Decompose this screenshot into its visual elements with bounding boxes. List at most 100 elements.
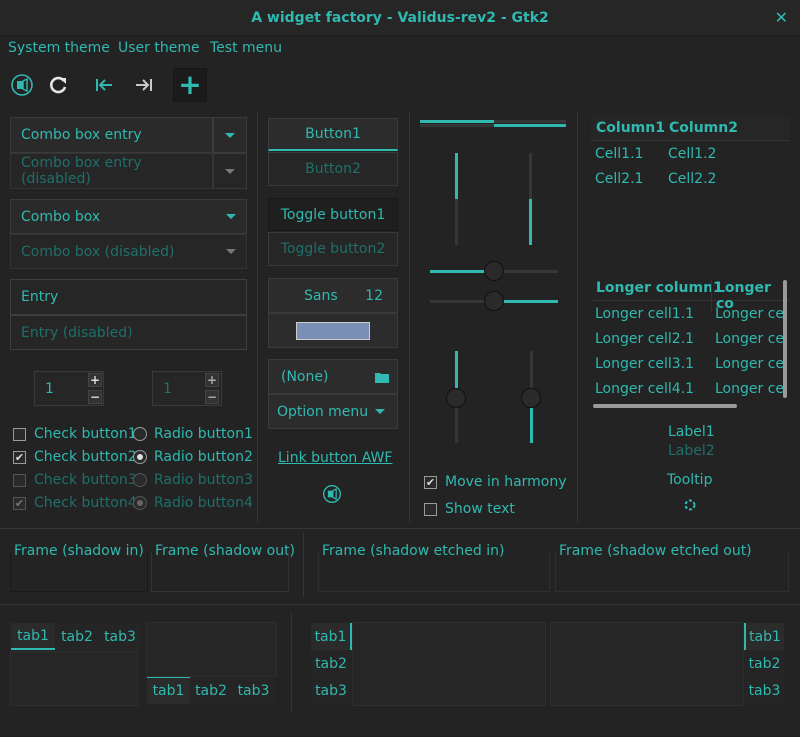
tab-2[interactable]: tab2 [311,650,351,677]
button1[interactable]: Button1 [268,118,398,151]
refresh-icon[interactable] [42,69,74,101]
check-button-4: ✔ Check button4 [13,495,137,511]
folder-icon [375,372,389,383]
radio-button-1[interactable]: Radio button1 [133,426,253,442]
tree-view-1[interactable]: Column1 Column2 Cell1.1 Cell1.2 Cell2.1 … [591,116,790,256]
chevron-down-icon [226,214,236,219]
label1: Label1 [668,424,715,440]
vertical-scrollbar[interactable] [783,280,787,398]
tab-2[interactable]: tab2 [745,650,784,677]
goto-first-icon[interactable] [88,69,120,101]
menu-system-theme[interactable]: System theme [8,40,110,56]
tree-cell: Cell1.1 [595,146,644,162]
tab-2[interactable]: tab2 [190,677,232,704]
add-icon[interactable]: + [173,68,207,102]
option-menu-label: Option menu [277,403,369,420]
tab-1[interactable]: tab1 [147,677,190,704]
close-icon[interactable]: ✕ [775,8,788,27]
tab-3[interactable]: tab3 [745,677,784,704]
tree-cell: Longer cell4.1 [595,381,695,397]
column-header[interactable]: Column2 [669,120,738,136]
scale-knob[interactable] [521,388,541,408]
option-menu[interactable]: Option menu [268,394,398,429]
tree-view-2[interactable]: Longer column1 Longer co Longer cell1.1 … [591,276,790,412]
checkbox-checked-icon: ✔ [13,450,26,464]
radio-checked-icon [133,496,147,510]
horizontal-scale-1[interactable] [420,120,566,127]
menu-test-menu[interactable]: Test menu [210,40,282,56]
app-icon[interactable] [6,69,38,101]
vertical-scale-1[interactable] [455,153,458,245]
check-button-1[interactable]: Check button1 [13,426,137,442]
column-header[interactable]: Column1 [596,120,665,136]
combo-box[interactable]: Combo box [10,199,247,234]
radio-label: Radio button1 [154,426,253,442]
move-in-harmony-check[interactable]: ✔ Move in harmony [424,474,567,490]
tree-cell: Longer cell2.1 [595,331,695,347]
radio-label: Radio button2 [154,449,253,465]
spin-decrement-disabled: − [205,390,219,404]
font-button[interactable]: Sans 12 [268,278,398,313]
radio-button-3: Radio button3 [133,472,253,488]
tree-cell: Longer ce [715,381,785,397]
combo-box-text: Combo box [21,208,101,225]
combo-entry-disabled-text: Combo box entry (disabled) [21,155,142,187]
show-text-check[interactable]: Show text [424,501,515,517]
vertical-scale-2[interactable] [529,153,532,245]
chevron-down-icon [225,132,235,138]
notebook-tabs-right: tab1 tab2 tab3 [550,622,786,706]
separator [291,612,292,712]
tab-3[interactable]: tab3 [232,677,275,704]
toggle-button2-disabled: Toggle button2 [268,232,398,266]
notebook-tabs-bottom: tab1 tab2 tab3 [146,622,277,706]
scale-knob[interactable] [484,291,504,311]
combo-entry-dropdown-button[interactable] [213,117,247,153]
color-button[interactable] [268,313,398,348]
color-swatch [296,321,370,340]
tree-cell: Longer cell3.1 [595,356,695,372]
tab-panel [146,622,277,677]
tab-panel [550,622,744,706]
check-button-2[interactable]: ✔ Check button2 [13,449,137,465]
tab-3[interactable]: tab3 [99,623,141,650]
tab-1[interactable]: tab1 [744,623,784,650]
horizontal-scale-2[interactable] [430,261,558,281]
toggle-button1[interactable]: Toggle button1 [268,198,398,231]
goto-last-icon[interactable] [128,69,160,101]
entry-disabled-text: Entry (disabled) [21,324,133,341]
column-header[interactable]: Longer column1 [596,280,723,296]
link-button[interactable]: Link button AWF [278,450,392,466]
combo-entry[interactable]: Combo box entry [10,117,213,153]
vertical-scale-3[interactable] [446,351,466,443]
separator [409,112,410,522]
spin-increment-button[interactable]: + [88,373,102,387]
show-text-label: Show text [445,501,515,517]
tab-2[interactable]: tab2 [56,623,98,650]
spin-decrement-button[interactable]: − [88,390,102,404]
tab-1[interactable]: tab1 [311,623,352,650]
separator [257,112,258,522]
menu-user-theme[interactable]: User theme [118,40,200,56]
check-label: Check button1 [34,426,137,442]
horizontal-scrollbar[interactable] [593,404,737,408]
entry[interactable]: Entry [10,279,247,315]
chevron-down-icon [375,409,385,414]
separator [303,533,304,597]
horizontal-scale-3[interactable] [430,291,558,311]
notebook-tabs-top: tab1 tab2 tab3 [10,622,141,706]
radio-icon [133,473,147,487]
radio-label: Radio button4 [154,495,253,511]
file-chooser-button[interactable]: (None) [268,359,398,394]
tab-panel [10,651,138,706]
check-label: Check button3 [34,472,137,488]
combo-entry-disabled-dropdown [213,153,247,189]
scale-knob[interactable] [484,261,504,281]
tab-3[interactable]: tab3 [311,677,351,704]
radio-button-2[interactable]: Radio button2 [133,449,253,465]
tab-1[interactable]: tab1 [11,623,55,650]
vertical-scale-4[interactable] [521,351,541,443]
combo-entry-text: Combo box entry [21,127,142,143]
radio-icon [133,427,147,441]
app-icon [322,484,342,508]
scale-knob[interactable] [446,388,466,408]
